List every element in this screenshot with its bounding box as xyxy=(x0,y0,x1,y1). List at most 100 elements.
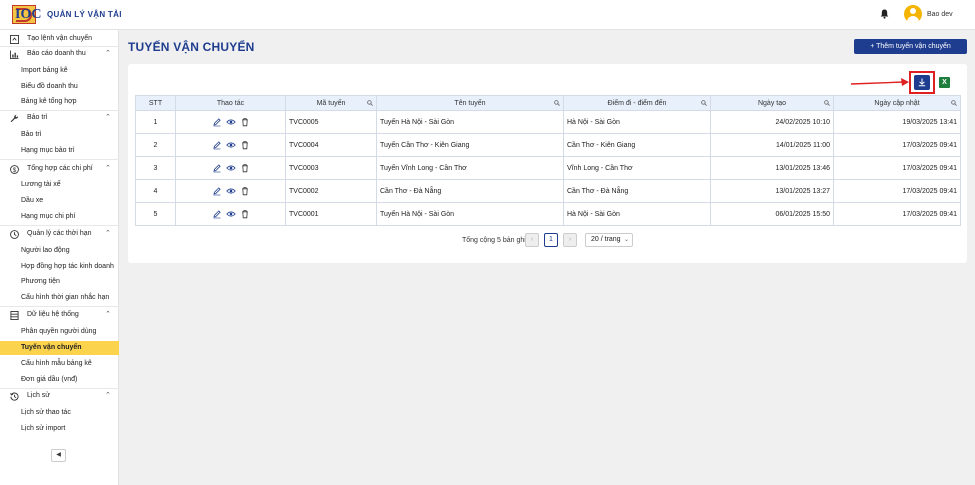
trash-icon[interactable] xyxy=(240,209,250,219)
sidebar-item-bao-tri[interactable]: Bảo trì xyxy=(0,128,119,142)
sidebar-item-luong-tai-xe[interactable]: Lương tài xế xyxy=(0,178,119,192)
avatar-body xyxy=(907,16,919,23)
trash-icon[interactable] xyxy=(240,117,250,127)
top-header: IOC QUẢN LÝ VẬN TẢI Bao dev xyxy=(0,0,975,30)
column-header-route[interactable]: Điểm đi - điểm đến xyxy=(563,95,711,111)
sidebar-group-revenue[interactable]: Báo cáo doanh thu ⌃ xyxy=(0,47,119,61)
user-avatar[interactable] xyxy=(904,5,922,23)
user-name[interactable]: Bao dev xyxy=(927,11,953,18)
sidebar-item-nguoi-lao-dong[interactable]: Người lao động xyxy=(0,244,119,258)
table-header-row: STT Thao tác Mã tuyến Tên tuyến Điểm đi … xyxy=(135,95,961,111)
cell-route: Vĩnh Long - Cần Thơ xyxy=(563,156,711,180)
clock-icon xyxy=(10,230,19,239)
search-icon[interactable] xyxy=(824,100,830,106)
search-icon[interactable] xyxy=(701,100,707,106)
cell-created: 24/02/2025 10:10 xyxy=(710,110,834,134)
column-header-label: Ngày tạo xyxy=(757,99,787,107)
sidebar-item-cau-hinh-thoi-gian[interactable]: Cấu hình thời gian nhắc hạn xyxy=(0,291,119,305)
sidebar-item-bieu-do-doanh-thu[interactable]: Biểu đồ doanh thu xyxy=(0,80,119,94)
bell-icon[interactable] xyxy=(880,9,889,19)
edit-icon[interactable] xyxy=(212,186,222,196)
search-icon[interactable] xyxy=(951,100,957,106)
column-header-label: Ngày cập nhật xyxy=(874,99,920,107)
app-logo[interactable]: IOC xyxy=(12,5,41,24)
trash-icon[interactable] xyxy=(240,140,250,150)
cell-updated: 19/03/2025 13:41 xyxy=(833,110,961,134)
edit-icon[interactable] xyxy=(212,140,222,150)
sidebar-group-label: Lịch sử xyxy=(27,392,50,399)
page-1-button[interactable]: 1 xyxy=(544,233,558,247)
sidebar-group-costs[interactable]: $ Tổng hợp các chi phí ⌃ xyxy=(0,162,119,176)
sidebar-group-label: Quản lý các thời hạn xyxy=(27,230,92,237)
table-body: 1 TVC0005 Tuyến Hà Nội - Sài Gòn Hà Nội - S… xyxy=(135,110,961,226)
excel-icon[interactable]: X xyxy=(939,77,950,88)
cell-route: Hà Nội - Sài Gòn xyxy=(563,110,711,134)
column-header-updated[interactable]: Ngày cập nhật xyxy=(833,95,961,111)
sidebar-item-bang-ke-tong-hop[interactable]: Bảng kê tổng hợp xyxy=(0,95,119,109)
sidebar-item-hang-muc-chi-phi[interactable]: Hạng mục chi phí xyxy=(0,210,119,224)
cell-actions xyxy=(175,110,286,134)
table-row[interactable]: 1 TVC0005 Tuyến Hà Nội - Sài Gòn Hà Nội - S… xyxy=(135,110,961,134)
sidebar-item-phan-quyen[interactable]: Phân quyền người dùng xyxy=(0,325,119,339)
prev-page-button[interactable]: ‹ xyxy=(525,233,539,247)
sidebar: Tạo lệnh vận chuyển Báo cáo doanh thu ⌃ … xyxy=(0,30,119,485)
sidebar-item-tuyen-van-chuyen[interactable]: Tuyến vận chuyển xyxy=(0,341,119,355)
collapse-sidebar-button[interactable]: ◀ xyxy=(51,449,66,462)
column-header-code[interactable]: Mã tuyến xyxy=(285,95,377,111)
table-row[interactable]: 4 TVC0002 Cần Thơ - Đà Nẵng Cần Thơ - Đà Nẵ… xyxy=(135,179,961,203)
sidebar-item-don-gia-dau[interactable]: Đơn giá dầu (vnđ) xyxy=(0,373,119,387)
wrench-icon xyxy=(10,114,19,123)
sidebar-item-hop-dong[interactable]: Hợp đồng hợp tác kinh doanh xyxy=(0,260,119,274)
svg-text:$: $ xyxy=(13,167,17,174)
cell-updated: 17/03/2025 09:41 xyxy=(833,202,961,226)
page-title: TUYẾN VẬN CHUYỂN xyxy=(128,40,255,54)
divider xyxy=(0,306,119,307)
sidebar-item-phuong-tien[interactable]: Phương tiện xyxy=(0,275,119,289)
eye-icon[interactable] xyxy=(225,186,236,196)
eye-icon[interactable] xyxy=(225,140,236,150)
sidebar-group-maintenance[interactable]: Bảo trì ⌃ xyxy=(0,111,119,125)
sidebar-item-label: Lịch sử thao tác xyxy=(21,409,71,416)
database-icon xyxy=(10,311,19,320)
cell-name: Tuyến Cần Thơ - Kiên Giang xyxy=(376,133,564,157)
edit-icon[interactable] xyxy=(212,117,222,127)
table-row[interactable]: 3 TVC0003 Tuyến Vĩnh Long - Cần Thơ Vĩnh Lo… xyxy=(135,156,961,180)
add-route-button[interactable]: + Thêm tuyến vận chuyển xyxy=(854,39,967,54)
cell-created: 13/01/2025 13:27 xyxy=(710,179,834,203)
cell-code: TVC0001 xyxy=(285,202,377,226)
table-row[interactable]: 2 TVC0004 Tuyến Cần Thơ - Kiên Giang Cần Th… xyxy=(135,133,961,157)
sidebar-group-label: Bảo trì xyxy=(27,114,48,121)
next-page-button[interactable]: › xyxy=(563,233,577,247)
trash-icon[interactable] xyxy=(240,186,250,196)
per-page-select[interactable]: 20 / trang ⌄ xyxy=(585,233,633,247)
sidebar-item-cau-hinh-mau[interactable]: Cấu hình mẫu bảng kê xyxy=(0,357,119,371)
cell-stt: 1 xyxy=(135,110,176,134)
sidebar-group-system-data[interactable]: Dữ liệu hệ thống ⌃ xyxy=(0,308,119,322)
eye-icon[interactable] xyxy=(225,117,236,127)
column-header-created[interactable]: Ngày tạo xyxy=(710,95,834,111)
column-header-name[interactable]: Tên tuyến xyxy=(376,95,564,111)
sidebar-item-import-bang-ke[interactable]: Import bảng kê xyxy=(0,64,119,78)
chevron-down-icon: ⌄ xyxy=(623,237,629,243)
cell-actions xyxy=(175,179,286,203)
cell-created: 13/01/2025 13:46 xyxy=(710,156,834,180)
table-row[interactable]: 5 TVC0001 Tuyến Hà Nội - Sài Gòn Hà Nội - S… xyxy=(135,202,961,226)
chart-icon xyxy=(10,50,19,59)
sidebar-item-lich-su-thao-tac[interactable]: Lịch sử thao tác xyxy=(0,406,119,420)
trash-icon[interactable] xyxy=(240,163,250,173)
search-icon[interactable] xyxy=(554,100,560,106)
sidebar-item-lich-su-import[interactable]: Lịch sử import xyxy=(0,422,119,436)
sidebar-item-dau-xe[interactable]: Dầu xe xyxy=(0,194,119,208)
edit-icon[interactable] xyxy=(212,163,222,173)
eye-icon[interactable] xyxy=(225,209,236,219)
download-button[interactable] xyxy=(914,75,930,90)
sidebar-item-label: Cấu hình mẫu bảng kê xyxy=(21,360,92,367)
sidebar-item-create-order[interactable]: Tạo lệnh vận chuyển xyxy=(0,32,119,46)
eye-icon[interactable] xyxy=(225,163,236,173)
sidebar-group-deadlines[interactable]: Quản lý các thời hạn ⌃ xyxy=(0,227,119,241)
edit-icon[interactable] xyxy=(212,209,222,219)
app-title: QUẢN LÝ VẬN TẢI xyxy=(47,10,122,19)
sidebar-item-hang-muc-bao-tri[interactable]: Hạng mục bảo trì xyxy=(0,144,119,158)
search-icon[interactable] xyxy=(367,100,373,106)
sidebar-group-history[interactable]: Lịch sử ⌃ xyxy=(0,389,119,403)
